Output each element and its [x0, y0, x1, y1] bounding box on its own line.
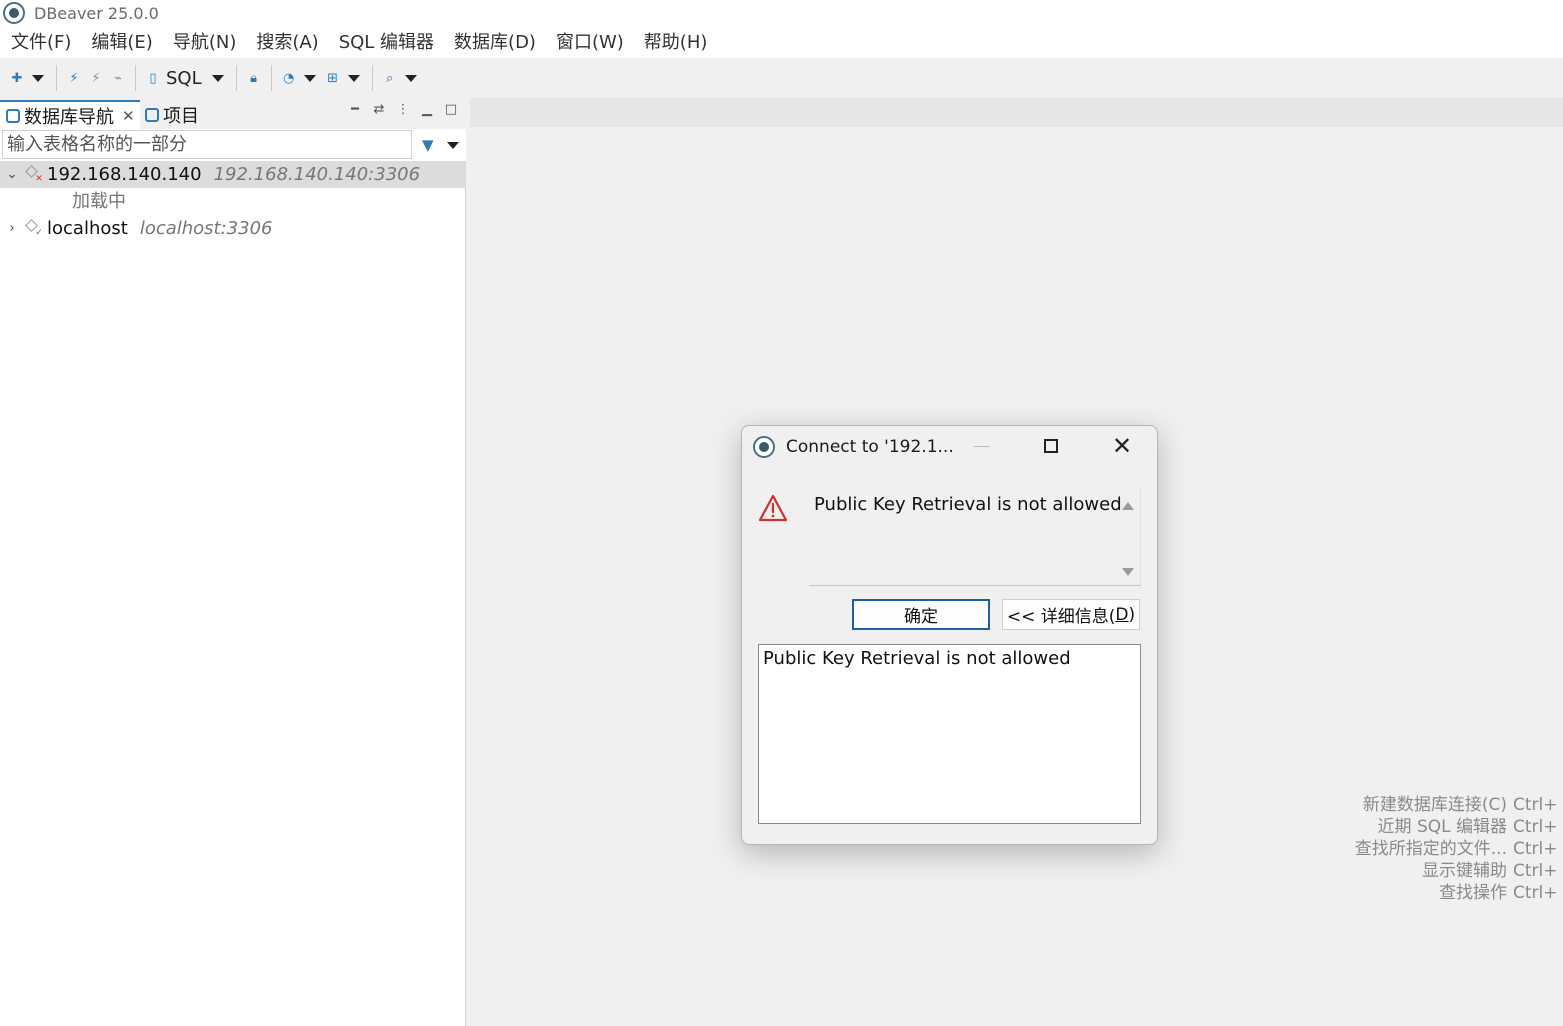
schema-dropdown-icon[interactable] — [347, 74, 360, 82]
warning-icon — [758, 494, 788, 522]
tree-row-connection[interactable]: ⌄ ✕ 192.168.140.140 192.168.140.140:3306 — [0, 161, 466, 188]
error-details-area[interactable]: Public Key Retrieval is not allowed — [758, 644, 1141, 824]
toolbar-separator — [371, 65, 373, 91]
chevron-right-icon[interactable]: › — [5, 221, 19, 236]
window-title: DBeaver 25.0.0 — [34, 4, 159, 23]
ok-button[interactable]: 确定 — [852, 599, 990, 630]
editor-tab-strip — [470, 98, 1563, 127]
invalidate-reconnect-icon[interactable]: ⚡ — [87, 69, 105, 87]
chevron-down-icon[interactable]: ⌄ — [5, 167, 19, 182]
sql-button[interactable]: SQL — [166, 68, 202, 89]
maximize-icon[interactable] — [1044, 439, 1058, 453]
tab-projects[interactable]: 项目 — [143, 100, 199, 129]
disconnect-icon[interactable]: ⌁ — [109, 69, 127, 87]
shortcut-hint[interactable]: 显示键辅助 Ctrl+ — [1355, 860, 1561, 882]
menu-help[interactable]: 帮助(H) — [634, 28, 718, 58]
toolbar-separator — [56, 65, 57, 91]
shortcut-hint[interactable]: 新建数据库连接(C) Ctrl+ — [1355, 794, 1561, 816]
message-scrollbar[interactable] — [1116, 490, 1140, 585]
filter-icon[interactable]: ▼ — [422, 136, 434, 154]
link-with-editor-icon[interactable]: ⇄ — [372, 102, 386, 117]
menu-navigate[interactable]: 导航(N) — [163, 28, 247, 58]
error-message: Public Key Retrieval is not allowed — [814, 494, 1122, 515]
connection-error-icon: ✕ — [25, 164, 43, 183]
dialog-title-bar: Connect to '192.1... ✕ — [742, 426, 1157, 468]
tab-label: 项目 — [163, 105, 199, 127]
menu-file[interactable]: 文件(F) — [1, 28, 81, 58]
menu-search[interactable]: 搜索(A) — [246, 28, 328, 58]
tab-label: 数据库导航 — [24, 106, 114, 128]
connection-name: localhost — [47, 218, 128, 239]
navigator-filter-row: ▼ — [0, 129, 466, 161]
navigator-tab-bar: 数据库导航 ✕ 项目 ━ ⇄ ⋮ ▁ □ — [0, 98, 466, 129]
shortcut-hint[interactable]: 查找操作 Ctrl+ — [1355, 882, 1561, 904]
scroll-down-icon[interactable] — [1122, 568, 1134, 576]
connection-name: 192.168.140.140 — [47, 164, 202, 185]
schema-icon[interactable]: ⊞ — [324, 69, 342, 87]
minimize-icon[interactable] — [974, 446, 990, 447]
connect-icon[interactable]: ⚡ — [65, 69, 83, 87]
minimize-icon[interactable]: ▁ — [420, 102, 434, 117]
menu-edit[interactable]: 编辑(E) — [81, 28, 162, 58]
search-icon[interactable]: ⌕ — [381, 69, 399, 87]
transaction-lock-icon[interactable]: 🔒︎ — [245, 69, 263, 87]
loading-node: 加载中 — [72, 191, 126, 212]
title-bar: DBeaver 25.0.0 — [0, 0, 1563, 28]
shortcut-hint[interactable]: 近期 SQL 编辑器 Ctrl+ — [1355, 816, 1561, 838]
toolbar-separator — [135, 65, 136, 91]
panel-controls: ━ ⇄ ⋮ ▁ □ — [348, 102, 458, 117]
close-icon[interactable]: ✕ — [122, 107, 135, 125]
details-button[interactable]: << 详细信息(D) — [1002, 599, 1140, 630]
database-navigator-panel: 数据库导航 ✕ 项目 ━ ⇄ ⋮ ▁ □ ▼ ⌄ ✕ 192.168.140.1… — [0, 98, 466, 1026]
table-filter-input[interactable] — [2, 130, 412, 159]
view-menu-icon[interactable]: ⋮ — [396, 102, 410, 117]
database-navigator-icon — [6, 108, 20, 123]
dbeaver-logo-icon — [3, 2, 25, 24]
error-message-box: Public Key Retrieval is not allowed — [809, 490, 1141, 586]
search-dropdown-icon[interactable] — [404, 74, 417, 82]
sql-dropdown-icon[interactable] — [211, 74, 224, 82]
close-icon[interactable]: ✕ — [1112, 432, 1132, 460]
dashboard-icon[interactable]: ◔ — [280, 69, 298, 87]
menu-bar: 文件(F) 编辑(E) 导航(N) 搜索(A) SQL 编辑器 数据库(D) 窗… — [0, 28, 1563, 58]
filter-dropdown-icon[interactable] — [447, 142, 459, 149]
dashboard-dropdown-icon[interactable] — [303, 74, 316, 82]
menu-window[interactable]: 窗口(W) — [546, 28, 634, 58]
connection-ok-icon: ✓ — [25, 218, 43, 237]
toolbar-separator — [235, 65, 237, 91]
menu-database[interactable]: 数据库(D) — [444, 28, 546, 58]
tab-database-navigator[interactable]: 数据库导航 ✕ — [0, 100, 140, 129]
collapse-all-icon[interactable]: ━ — [348, 102, 362, 117]
menu-sql-editor[interactable]: SQL 编辑器 — [329, 28, 444, 58]
new-connection-dropdown-icon[interactable] — [32, 74, 44, 82]
projects-icon — [145, 107, 159, 122]
new-connection-icon[interactable]: ✚ — [8, 69, 26, 87]
sql-editor-icon[interactable]: ▯ — [144, 69, 162, 87]
connection-tree: ⌄ ✕ 192.168.140.140 192.168.140.140:3306… — [0, 161, 466, 242]
tree-row-connection[interactable]: › ✓ localhost localhost:3306 — [0, 215, 466, 242]
connection-error-dialog: Connect to '192.1... ✕ Public Key Retrie… — [741, 425, 1158, 845]
dialog-title: Connect to '192.1... — [786, 437, 954, 457]
shortcut-hints: 新建数据库连接(C) Ctrl+ 近期 SQL 编辑器 Ctrl+ 查找所指定的文件… — [1355, 794, 1561, 904]
toolbar-separator — [270, 65, 272, 91]
shortcut-hint[interactable]: 查找所指定的文件... Ctrl+ — [1355, 838, 1561, 860]
scroll-up-icon[interactable] — [1122, 502, 1134, 510]
connection-address: localhost:3306 — [139, 218, 273, 239]
main-toolbar: ✚ ⚡ ⚡ ⌁ ▯ SQL 🔒︎ ◔ ⊞ ⌕ — [0, 58, 1563, 98]
error-details-text: Public Key Retrieval is not allowed — [763, 648, 1071, 669]
dbeaver-logo-icon — [753, 436, 775, 458]
maximize-icon[interactable]: □ — [444, 102, 458, 117]
connection-address: 192.168.140.140:3306 — [213, 164, 421, 185]
